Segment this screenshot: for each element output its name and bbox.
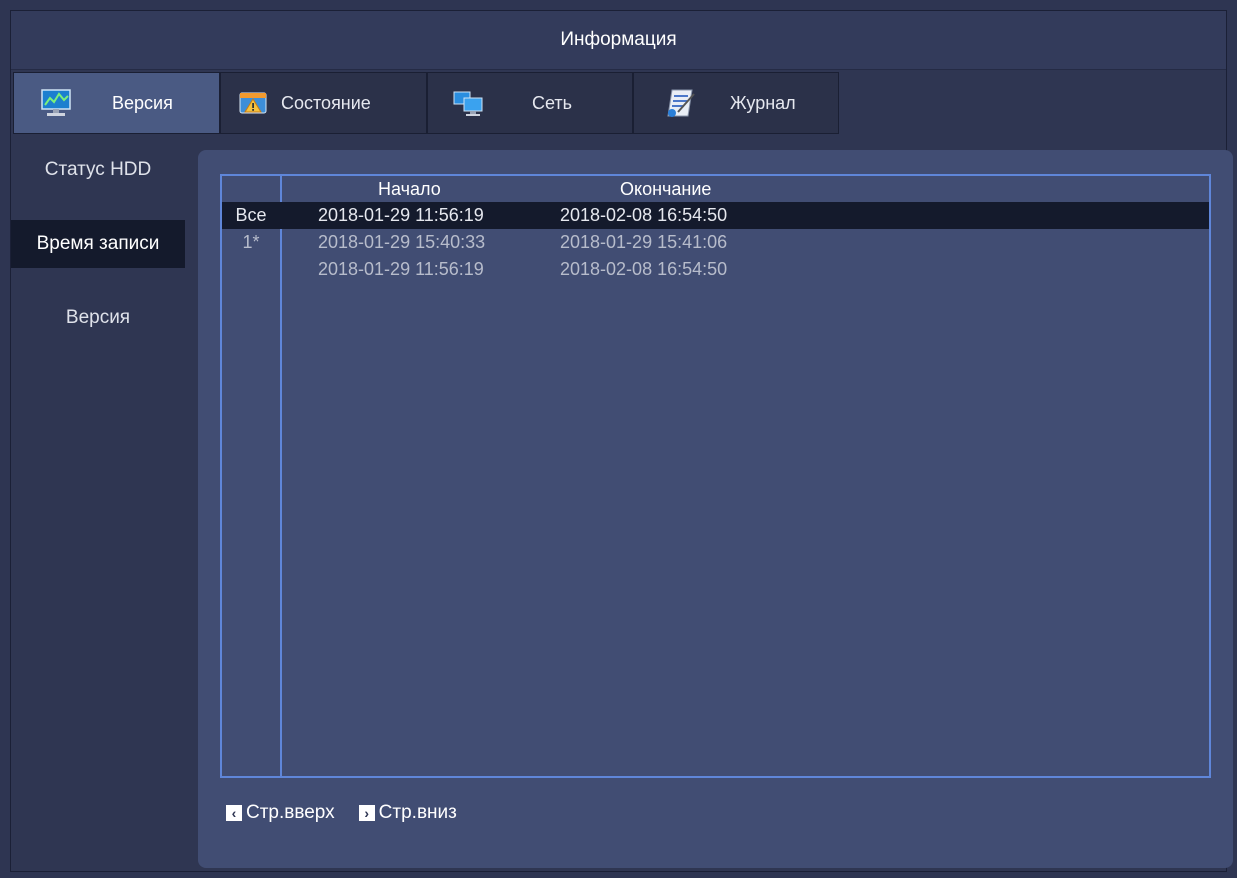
row-channel: 1* [242, 232, 260, 252]
warning-icon [237, 88, 271, 118]
tab-bar: Версия Состояние Сеть Журнал [13, 72, 839, 134]
log-icon [664, 88, 698, 118]
row-start-time: 2018-01-29 11:56:19 [318, 205, 484, 225]
tab-log-label: Журнал [730, 92, 796, 113]
tab-network[interactable]: Сеть [427, 72, 633, 134]
table-row[interactable]: 2018-01-29 11:56:19 2018-02-08 16:54:50 [222, 256, 1209, 283]
row-start-time: 2018-01-29 15:40:33 [318, 232, 486, 252]
chevron-right-icon: › [358, 805, 375, 821]
column-header-start: Начало [378, 179, 441, 199]
info-window: Информация Версия Состояние Сеть Журнал … [10, 10, 1233, 872]
column-header-end: Окончание [620, 179, 712, 199]
sidebar-item-version[interactable]: Версия [11, 294, 185, 342]
row-end-time: 2018-01-29 15:41:06 [560, 232, 728, 252]
row-channel: Все [235, 205, 267, 225]
chevron-left-icon: ‹ [226, 805, 242, 821]
tab-state-label: Состояние [281, 92, 371, 113]
tab-log[interactable]: Журнал [633, 72, 839, 134]
network-icon [452, 88, 486, 118]
monitor-icon [40, 88, 74, 118]
record-time-panel: Начало Окончание Все 2018-01-29 11:56:19… [198, 150, 1233, 868]
tab-version[interactable]: Версия [13, 72, 220, 134]
pager: ‹ Стр.вверх › Стр.вниз [226, 802, 481, 824]
row-start-time: 2018-01-29 11:56:19 [318, 259, 484, 279]
row-end-time: 2018-02-08 16:54:50 [560, 259, 728, 279]
page-up-label: Стр.вверх [246, 802, 335, 823]
sidebar-item-hdd-status[interactable]: Статус HDD [11, 146, 185, 194]
sidebar-item-record-time[interactable]: Время записи [11, 220, 185, 268]
table-row[interactable]: Все 2018-01-29 11:56:19 2018-02-08 16:54… [222, 202, 1209, 229]
tab-state[interactable]: Состояние [220, 72, 427, 134]
row-end-time: 2018-02-08 16:54:50 [560, 205, 728, 225]
window-title: Информация [11, 11, 1226, 70]
record-time-table: Начало Окончание Все 2018-01-29 11:56:19… [220, 174, 1211, 778]
page-up-button[interactable]: ‹ Стр.вверх [226, 802, 335, 824]
page-down-button[interactable]: › Стр.вниз [358, 802, 457, 824]
tab-network-label: Сеть [532, 92, 573, 113]
page-down-label: Стр.вниз [378, 802, 457, 823]
tab-version-label: Версия [112, 92, 173, 113]
table-header: Начало Окончание [282, 176, 1209, 202]
table-row[interactable]: 1* 2018-01-29 15:40:33 2018-01-29 15:41:… [222, 229, 1209, 256]
